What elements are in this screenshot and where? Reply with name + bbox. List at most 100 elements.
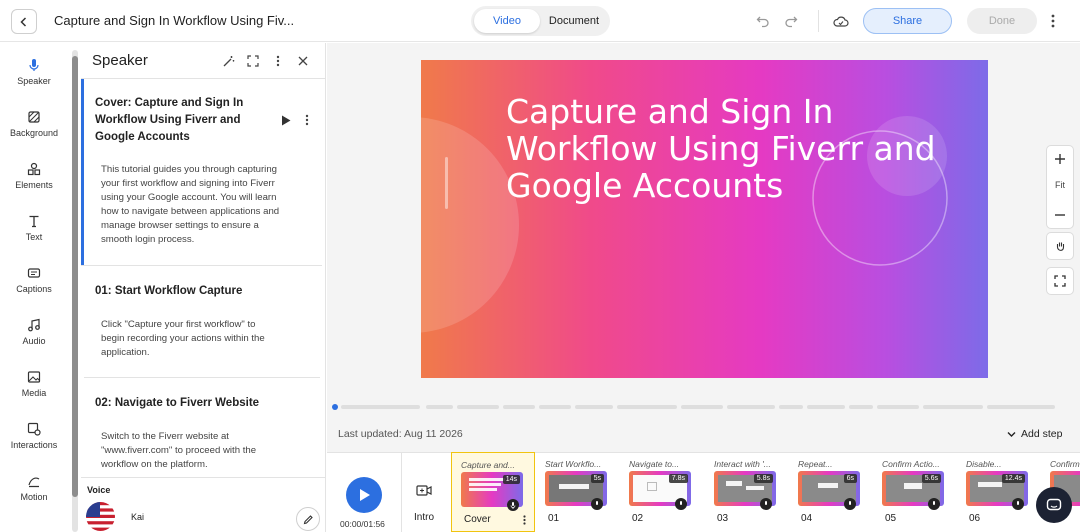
pan-tool-button[interactable] (1046, 232, 1074, 260)
zoom-fit-button[interactable]: Fit (1047, 180, 1073, 190)
timeline-segment[interactable] (807, 405, 845, 409)
script-line: begin recording your actions within the (101, 333, 265, 344)
frame-title: Interact with '... (714, 459, 771, 469)
slide-handle[interactable] (445, 157, 448, 209)
nav-captions[interactable]: Captions (0, 266, 68, 312)
frame-title: Disable... (966, 459, 1002, 469)
timeline-segment[interactable] (877, 405, 919, 409)
fullscreen-button[interactable] (1046, 267, 1074, 295)
timeline-segment[interactable] (575, 405, 613, 409)
nav-media[interactable]: Media (0, 370, 68, 416)
play-button[interactable] (346, 477, 382, 513)
edit-voice-button[interactable] (296, 507, 320, 531)
section-title-line: Google Accounts (95, 131, 190, 143)
chevron-down-icon (1007, 431, 1016, 437)
timeline-segment[interactable] (426, 405, 453, 409)
panel-title: Speaker (92, 52, 148, 69)
frame-more-button[interactable] (520, 513, 528, 527)
nav-audio[interactable]: Audio (0, 318, 68, 364)
more-menu-button[interactable] (1046, 12, 1060, 30)
mic-icon[interactable] (844, 498, 856, 510)
section-title[interactable]: 01: Start Workflow Capture (95, 283, 242, 300)
back-button[interactable] (11, 9, 37, 34)
share-button[interactable]: Share (863, 8, 952, 34)
section-script[interactable]: This tutorial guides you through capturi… (101, 163, 279, 247)
frame-04[interactable]: Repeat... 6s 04 (789, 452, 873, 532)
frame-title: Capture and... (461, 460, 515, 470)
timeline-segment[interactable] (341, 405, 420, 409)
nav-background[interactable]: Background (0, 110, 68, 156)
mic-icon[interactable] (1012, 498, 1024, 510)
undo-button[interactable] (754, 12, 772, 30)
timeline-segment[interactable] (779, 405, 803, 409)
left-nav: Speaker Background Elements Text Caption… (0, 43, 68, 532)
timeline-segment[interactable] (681, 405, 723, 409)
hand-icon (1056, 242, 1064, 251)
expand-panel-button[interactable] (245, 53, 261, 69)
more-vertical-icon (522, 515, 526, 525)
close-panel-button[interactable] (295, 53, 311, 69)
mic-icon[interactable] (760, 498, 772, 510)
script-line: Click "Capture your first workflow" to (101, 319, 256, 330)
tab-video[interactable]: Video (474, 9, 540, 33)
frame-duration: 5s (590, 474, 604, 483)
slide-preview[interactable]: Capture and Sign In Workflow Using Fiver… (421, 60, 988, 378)
timeline-segment[interactable] (503, 405, 535, 409)
timeline-playhead[interactable] (332, 404, 338, 410)
timeline-segment[interactable] (727, 405, 775, 409)
frame-05[interactable]: Confirm Actio... 5.6s 05 (873, 452, 957, 532)
intro-button[interactable] (415, 482, 433, 498)
add-step-button[interactable]: Add step (1006, 428, 1062, 440)
nav-elements[interactable]: Elements (0, 162, 68, 208)
chat-support-button[interactable] (1036, 487, 1072, 523)
voice-bar: Voice Kai (81, 477, 325, 532)
document-title: Capture and Sign In Workflow Using Fiv..… (54, 13, 295, 28)
intro-label: Intro (414, 512, 435, 523)
redo-button[interactable] (782, 12, 800, 30)
slide-title[interactable]: Capture and Sign In Workflow Using Fiver… (506, 93, 966, 204)
panel-more-button[interactable] (270, 53, 286, 69)
section-script[interactable]: Click "Capture your first workflow" to b… (101, 318, 265, 360)
frame-label: Cover (464, 514, 491, 525)
done-button[interactable]: Done (967, 8, 1037, 34)
plus-icon (1055, 154, 1065, 164)
us-flag-avatar[interactable] (86, 502, 115, 531)
frame-duration: 5.6s (921, 474, 941, 483)
section-more-button[interactable] (301, 113, 313, 127)
mic-icon[interactable] (591, 498, 603, 510)
zoom-in-button[interactable] (1047, 150, 1073, 168)
frame-title: Repeat... (798, 459, 833, 469)
timeline-segment[interactable] (923, 405, 983, 409)
timeline-segment[interactable] (987, 405, 1055, 409)
mic-icon[interactable] (675, 498, 687, 510)
mic-icon[interactable] (928, 498, 940, 510)
cloud-sync-button[interactable] (831, 12, 851, 30)
nav-text[interactable]: Text (0, 214, 68, 260)
frame-02[interactable]: Navigate to... 7.8s 02 (620, 452, 704, 532)
frame-duration: 14s (502, 475, 520, 484)
timeline-segment[interactable] (849, 405, 873, 409)
tab-document[interactable]: Document (541, 9, 607, 33)
play-section-button[interactable] (279, 113, 293, 127)
nav-motion[interactable]: Motion (0, 474, 68, 520)
frame-01[interactable]: Start Workflo... 5s 01 (536, 452, 620, 532)
nav-speaker[interactable]: Speaker (0, 58, 68, 104)
frame-03[interactable]: Interact with '... 5.8s 03 (705, 452, 789, 532)
video-add-icon (416, 484, 432, 496)
frame-label: 06 (969, 513, 981, 524)
nav-interactions[interactable]: Interactions (0, 422, 68, 468)
timeline-segment[interactable] (617, 405, 677, 409)
frame-06[interactable]: Disable... 12.4s 06 (957, 452, 1041, 532)
frame-duration: 5.8s (753, 474, 773, 483)
timeline-segment[interactable] (539, 405, 571, 409)
section-title[interactable]: 02: Navigate to Fiverr Website (95, 395, 259, 412)
timeline-segment[interactable] (457, 405, 499, 409)
magic-wand-button[interactable] (220, 53, 236, 69)
nav-scrollbar-thumb[interactable] (72, 56, 78, 497)
frame-cover[interactable]: Capture and... 14s Cover (451, 452, 535, 532)
frame-label: 01 (548, 513, 560, 524)
zoom-out-button[interactable] (1047, 206, 1073, 224)
section-script[interactable]: Switch to the Fiverr website at "www.fiv… (101, 430, 256, 472)
cover-section[interactable]: Cover: Capture and Sign In Workflow Usin… (81, 79, 322, 265)
mic-icon[interactable] (507, 499, 519, 511)
